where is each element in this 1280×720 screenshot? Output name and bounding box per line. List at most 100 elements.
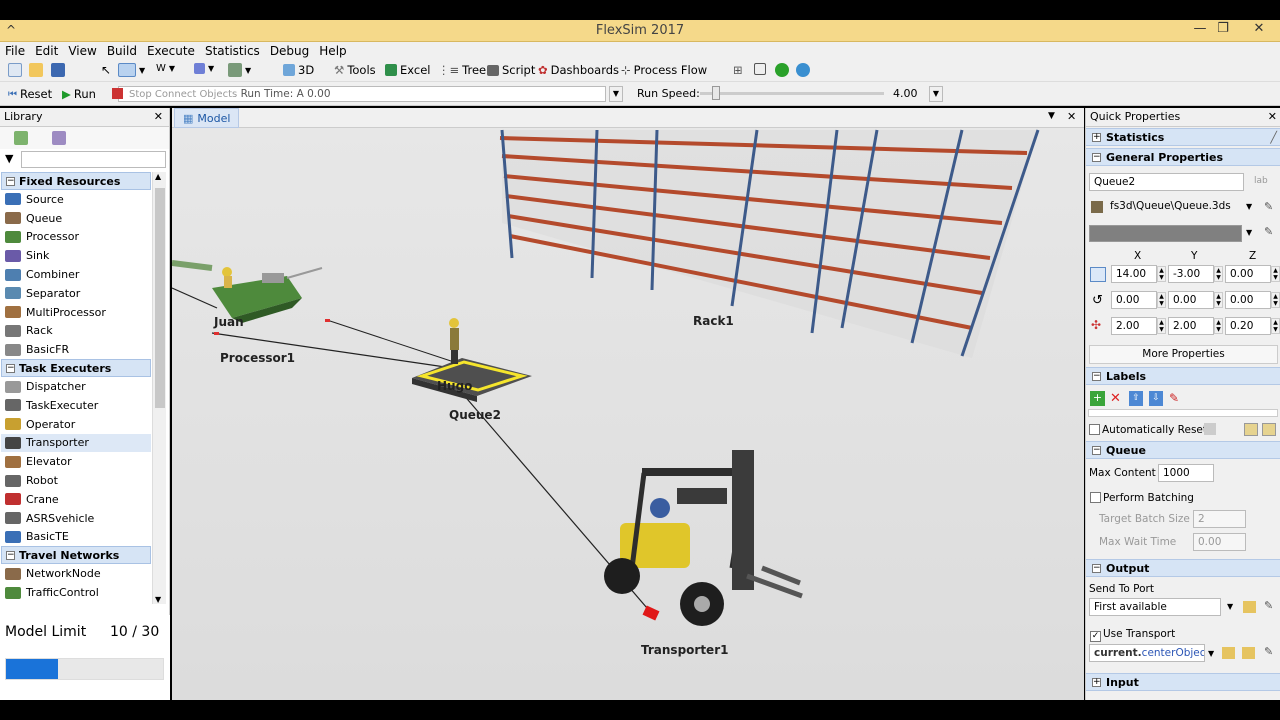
stop-icon[interactable] — [112, 88, 123, 99]
position-z-input[interactable]: 0.00 — [1225, 265, 1271, 283]
tab-model[interactable]: ▦ Model — [174, 108, 240, 128]
rotation-icon[interactable]: ↺ — [1092, 293, 1103, 308]
process-flow-button[interactable]: ⊹ Process Flow — [621, 63, 707, 77]
close-window-icon[interactable]: ✕ — [1244, 21, 1274, 36]
shape-dropdown-icon[interactable]: ▼ — [1246, 202, 1252, 211]
transport-edit-icon[interactable]: ✎ — [1264, 645, 1273, 658]
transport-dropdown-icon[interactable]: ▼ — [1208, 649, 1214, 658]
use-transport-checkbox[interactable]: ✓ — [1090, 628, 1101, 642]
position-x-input[interactable]: 14.00 — [1111, 265, 1157, 283]
library-item-networknode[interactable]: NetworkNode — [1, 564, 151, 583]
statistics-section[interactable]: + Statistics ╱ — [1086, 128, 1280, 146]
tree-button[interactable]: ⋮≡ Tree — [438, 63, 486, 77]
view-3d-button[interactable]: 3D — [283, 63, 314, 77]
rotation-z-spinner[interactable]: ▲ ▼ — [1271, 292, 1280, 308]
auto-reset-checkbox[interactable] — [1089, 424, 1100, 438]
rotation-y-input[interactable]: 0.00 — [1168, 291, 1214, 309]
library-item-trafficcontrol[interactable]: TrafficControl — [1, 583, 151, 602]
size-x-input[interactable]: 2.00 — [1111, 317, 1157, 335]
library-templates-tab-icon[interactable] — [52, 131, 66, 145]
size-y-input[interactable]: 2.00 — [1168, 317, 1214, 335]
3d-model-view[interactable]: Rack1 Processor1 Juan Hugo Queue2 Transp… — [172, 128, 1084, 700]
perform-batching-checkbox[interactable] — [1090, 492, 1101, 506]
save-icon[interactable] — [51, 63, 65, 77]
position-y-input[interactable]: -3.00 — [1168, 265, 1214, 283]
close-view-icon[interactable]: ✕ — [1067, 110, 1076, 123]
transport-code-icon[interactable] — [1242, 647, 1255, 659]
library-section-task-executers[interactable]: − Task Executers — [1, 359, 151, 378]
labels-section[interactable]: − Labels — [1086, 367, 1280, 385]
menu-debug[interactable]: Debug — [265, 42, 314, 60]
menu-help[interactable]: Help — [314, 42, 351, 60]
general-properties-section[interactable]: − General Properties — [1086, 148, 1280, 166]
size-axes-icon[interactable]: ✣ — [1091, 318, 1101, 332]
forklift-model[interactable] — [604, 450, 803, 626]
panel-icon[interactable] — [754, 63, 766, 75]
library-section-travel-networks[interactable]: − Travel Networks — [1, 546, 151, 565]
queue-section[interactable]: − Queue — [1086, 441, 1280, 459]
send-to-port-dropdown-icon[interactable]: ▼ — [1227, 602, 1233, 611]
library-objects-tab-icon[interactable] — [14, 131, 28, 145]
delete-label-icon[interactable]: ✕ — [1110, 391, 1121, 406]
script-button[interactable]: Script — [487, 63, 535, 77]
library-item-operator[interactable]: Operator — [1, 415, 151, 434]
position-y-spinner[interactable]: ▲ ▼ — [1214, 266, 1223, 282]
library-item-multiprocessor[interactable]: MultiProcessor — [1, 303, 151, 322]
new-model-icon[interactable] — [8, 63, 22, 77]
send-to-port-template-icon[interactable] — [1243, 601, 1256, 613]
menu-file[interactable]: File — [0, 42, 30, 60]
move-label-down-icon[interactable]: ⇩ — [1149, 391, 1163, 406]
send-to-port-edit-icon[interactable]: ✎ — [1264, 599, 1273, 612]
library-scroll-thumb[interactable] — [155, 188, 165, 408]
library-item-combiner[interactable]: Combiner — [1, 265, 151, 284]
pin-label-icon[interactable]: ✎ — [1169, 391, 1179, 405]
reset-values-icon[interactable] — [1204, 423, 1216, 435]
add-label-icon[interactable]: + — [1090, 391, 1105, 406]
position-z-spinner[interactable]: ▲ ▼ — [1271, 266, 1280, 282]
run-speed-slider[interactable] — [712, 86, 720, 100]
name-tag-icon[interactable]: lab — [1254, 176, 1268, 186]
transport-code-input[interactable]: current.centerObjects[ — [1089, 644, 1205, 662]
open-folder-icon[interactable] — [29, 63, 43, 77]
run-speed-track[interactable] — [700, 92, 884, 95]
close-library-icon[interactable]: ✕ — [154, 110, 163, 123]
color-swatch[interactable] — [1089, 225, 1242, 242]
library-scrollbar[interactable]: ▲ ▼ — [152, 172, 166, 604]
library-item-basicte[interactable]: BasicTE — [1, 528, 151, 547]
menu-edit[interactable]: Edit — [30, 42, 63, 60]
menu-build[interactable]: Build — [102, 42, 142, 60]
restore-icon[interactable]: ❐ — [1208, 21, 1238, 36]
size-z-input[interactable]: 0.20 — [1225, 317, 1271, 335]
size-x-spinner[interactable]: ▲ ▼ — [1157, 318, 1166, 334]
help-icon[interactable] — [775, 63, 789, 77]
library-item-source[interactable]: Source — [1, 190, 151, 209]
library-item-elevator[interactable]: Elevator — [1, 452, 151, 471]
close-quick-properties-icon[interactable]: ✕ — [1268, 110, 1277, 123]
library-item-crane[interactable]: Crane — [1, 490, 151, 509]
object-color-icon[interactable] — [194, 63, 205, 74]
copy-labels-icon[interactable] — [1244, 423, 1258, 436]
transport-template-icon[interactable] — [1222, 647, 1235, 659]
move-label-up-icon[interactable]: ⇧ — [1129, 391, 1143, 406]
pointer-mode-icon[interactable]: ↖ — [101, 63, 111, 77]
pin-icon[interactable]: ╱ — [1270, 131, 1277, 144]
color-picker-icon[interactable]: ✎ — [1264, 225, 1273, 238]
connect-objects-icon[interactable] — [118, 63, 136, 77]
rotation-x-spinner[interactable]: ▲ ▼ — [1157, 292, 1166, 308]
position-x-spinner[interactable]: ▲ ▼ — [1157, 266, 1166, 282]
shape-path[interactable]: fs3d\Queue\Queue.3ds — [1106, 198, 1246, 216]
run-time-dropdown-icon[interactable]: ▼ — [609, 86, 623, 102]
size-z-spinner[interactable]: ▲ ▼ — [1271, 318, 1280, 334]
rotation-z-input[interactable]: 0.00 — [1225, 291, 1271, 309]
output-section[interactable]: − Output — [1086, 559, 1280, 577]
tools-button[interactable]: ⚒ Tools — [334, 63, 376, 77]
target-batch-input[interactable]: 2 — [1193, 510, 1246, 528]
max-content-input[interactable]: 1000 — [1158, 464, 1214, 482]
library-item-asrsvehicle[interactable]: ASRSvehicle — [1, 509, 151, 528]
library-item-transporter[interactable]: Transporter — [1, 433, 151, 453]
library-item-processor[interactable]: Processor — [1, 228, 151, 247]
more-properties-button[interactable]: More Properties — [1089, 345, 1278, 364]
size-y-spinner[interactable]: ▲ ▼ — [1214, 318, 1223, 334]
max-wait-input[interactable]: 0.00 — [1193, 533, 1246, 551]
library-item-robot[interactable]: Robot — [1, 471, 151, 490]
